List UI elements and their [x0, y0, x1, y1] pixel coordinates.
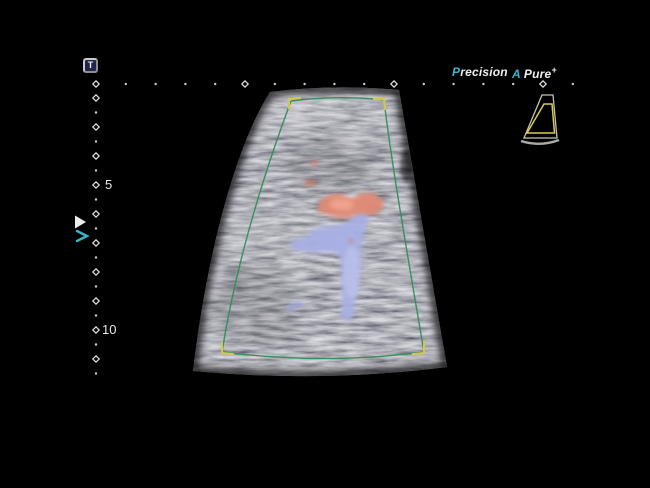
precision-label-rest: recision — [460, 65, 508, 79]
scan-geometry-icon — [521, 95, 559, 144]
cyan-chevron-icon — [77, 231, 87, 241]
precision-label-prefix: P — [452, 65, 460, 79]
ultrasound-screen: T Precision APure+ 5 10 — [0, 0, 650, 488]
precision-label: Precision — [452, 65, 508, 79]
apure-label-rest: Pure — [524, 67, 551, 81]
depth-label-10cm: 10 — [102, 323, 116, 337]
focus-arrow-icon — [75, 216, 86, 229]
depth-label-5cm: 5 — [105, 178, 112, 192]
apure-label: APure+ — [512, 65, 557, 81]
apure-label-plus: + — [551, 65, 556, 75]
apure-label-prefix: A — [512, 67, 521, 81]
orientation-t-marker: T — [83, 58, 98, 73]
